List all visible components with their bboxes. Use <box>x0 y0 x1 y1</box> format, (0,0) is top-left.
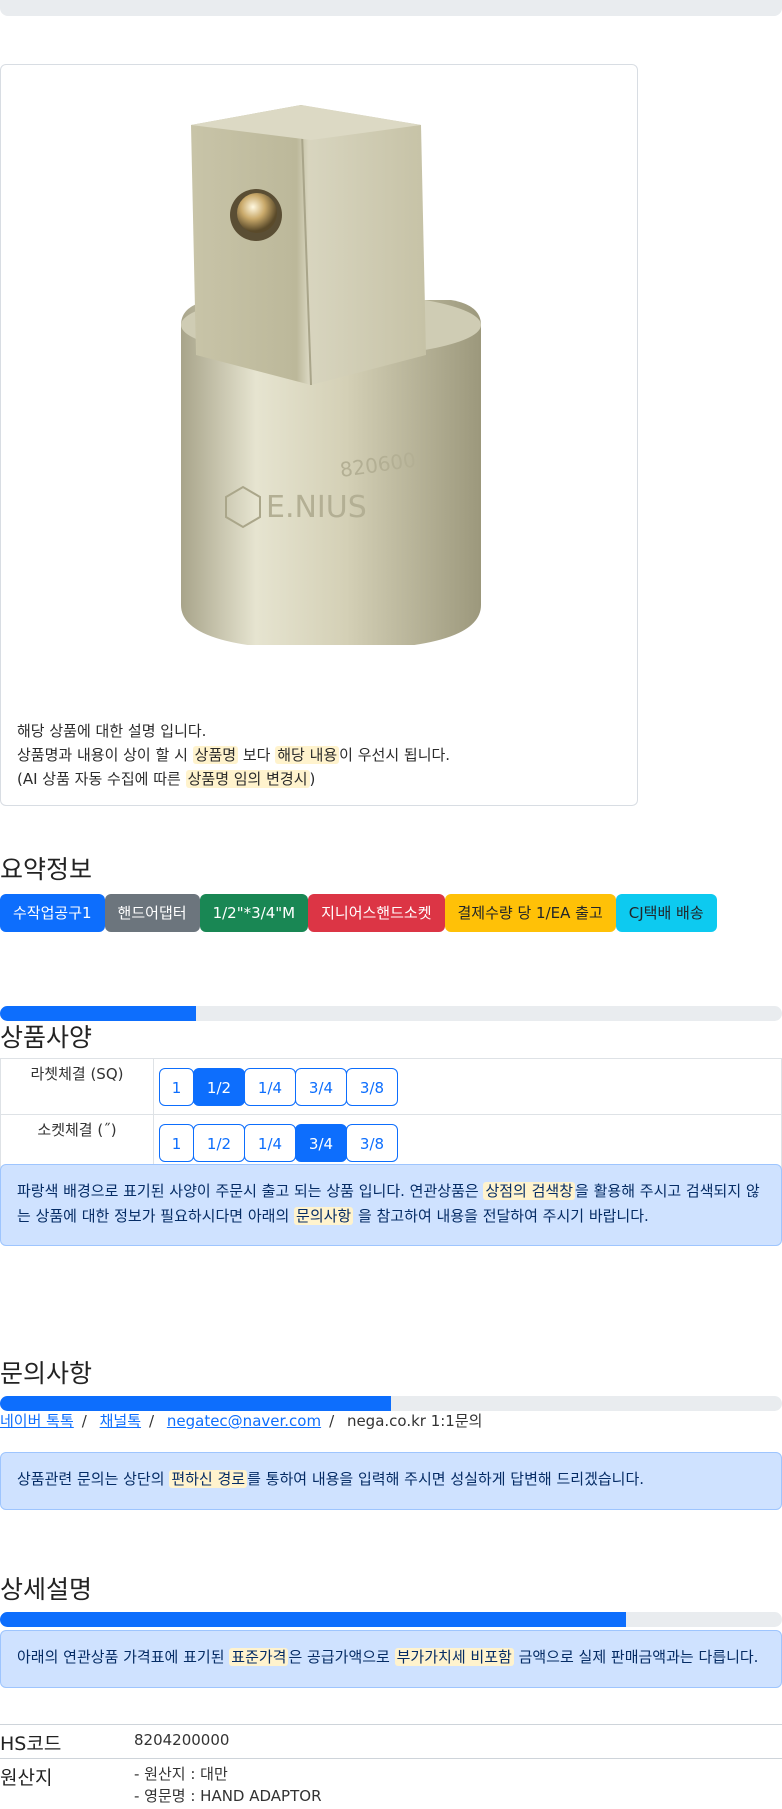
badge-type: 핸드어댑터 <box>104 894 200 932</box>
product-image: E.NIUS 820600 <box>181 104 481 645</box>
origin-row: 원산지 - 원산지 : 대만 - 영문명 : HAND ADAPTOR <box>0 1758 782 1809</box>
hs-code-label: HS코드 <box>0 1733 62 1755</box>
badge-shipping: CJ택배 배송 <box>615 894 717 932</box>
inquiry-progress-bar <box>0 1396 782 1411</box>
ratchet-option-1-4[interactable]: 1/4 <box>244 1067 296 1106</box>
channel-talk-link[interactable]: 채널톡 <box>100 1412 141 1430</box>
socket-options: 1 1/2 1/4 3/4 3/8 <box>155 1123 780 1162</box>
ratchet-option-3-8[interactable]: 3/8 <box>346 1067 398 1106</box>
ratchet-options: 1 1/2 1/4 3/4 3/8 <box>155 1067 780 1106</box>
inquiry-links: 네이버 톡톡 / 채널톡 / negatec@naver.com / nega.co.… <box>0 1412 483 1430</box>
socket-option-3-8[interactable]: 3/8 <box>346 1123 398 1162</box>
product-description: 해당 상품에 대한 설명 입니다. 상품명과 내용이 상이 할 시 상품명 보다… <box>17 719 450 791</box>
engraving-text: E.NIUS <box>266 490 367 525</box>
detail-notice: 아래의 연관상품 가격표에 표기된 표준가격 은 공급가액으로 부가가치세 비포함… <box>0 1630 782 1688</box>
description-line-2: 상품명과 내용이 상이 할 시 상품명 보다 해당 내용 이 우선시 됩니다. <box>17 746 451 764</box>
detail-title: 상세설명 <box>0 1575 93 1604</box>
spec-title: 상품사양 <box>0 1023 93 1052</box>
origin-values: - 원산지 : 대만 - 영문명 : HAND ADAPTOR <box>134 1763 322 1807</box>
origin-english-name: - 영문명 : HAND ADAPTOR <box>134 1787 322 1805</box>
top-scroll-bar <box>0 0 782 16</box>
badge-category: 수작업공구1 <box>0 894 105 932</box>
detail-progress-fill <box>0 1612 626 1627</box>
naver-talk-link[interactable]: 네이버 톡톡 <box>0 1412 74 1430</box>
hs-code-value: 8204200000 <box>134 1731 230 1749</box>
socket-option-1[interactable]: 1 <box>159 1123 194 1162</box>
socket-option-1-4[interactable]: 1/4 <box>244 1123 296 1162</box>
spec-notice: 파랑색 배경으로 표기된 사양이 주문시 출고 되는 상품 입니다. 연관상품은… <box>0 1164 782 1246</box>
summary-badges: 수작업공구1 핸드어댑터 1/2"*3/4"M 지니어스핸드소켓 결제수량 당 … <box>0 894 717 932</box>
spec-table: 라쳇체결 (SQ) 1 1/2 1/4 3/4 3/8 소켓체결 (˝) 1 1… <box>0 1058 782 1171</box>
email-link[interactable]: negatec@naver.com <box>167 1412 321 1430</box>
hs-code-row: HS코드 8204200000 <box>0 1724 782 1759</box>
spec-label-ratchet: 라쳇체결 (SQ) <box>0 1058 154 1115</box>
inquiry-progress-fill <box>0 1396 391 1411</box>
origin-country: - 원산지 : 대만 <box>134 1765 228 1783</box>
spec-label-socket: 소켓체결 (˝) <box>0 1114 154 1171</box>
site-inquiry-text: nega.co.kr 1:1문의 <box>346 1412 483 1430</box>
ratchet-option-1[interactable]: 1 <box>159 1067 194 1106</box>
origin-label: 원산지 <box>0 1767 53 1789</box>
badge-size: 1/2"*3/4"M <box>199 894 309 932</box>
badge-quantity: 결제수량 당 1/EA 출고 <box>444 894 616 932</box>
description-line-3: (AI 상품 자동 수집에 따른 상품명 임의 변경시) <box>17 770 316 788</box>
badge-brand: 지니어스핸드소켓 <box>308 894 445 932</box>
description-line-1: 해당 상품에 대한 설명 입니다. <box>17 722 207 740</box>
ratchet-option-1-2[interactable]: 1/2 <box>193 1067 245 1106</box>
socket-option-3-4[interactable]: 3/4 <box>295 1123 347 1162</box>
spec-progress-bar <box>0 1006 782 1021</box>
inquiry-notice: 상품관련 문의는 상단의 편하신 경로 를 통하여 내용을 입력해 주시면 성실하… <box>0 1452 782 1510</box>
summary-title: 요약정보 <box>0 855 93 884</box>
detail-progress-bar <box>0 1612 782 1627</box>
socket-option-1-2[interactable]: 1/2 <box>193 1123 245 1162</box>
spec-row-socket: 소켓체결 (˝) 1 1/2 1/4 3/4 3/8 <box>0 1114 782 1171</box>
ratchet-option-3-4[interactable]: 3/4 <box>295 1067 347 1106</box>
inquiry-title: 문의사항 <box>0 1359 93 1388</box>
product-card: E.NIUS 820600 해당 상품에 대한 설명 입니다. 상품명과 내용이… <box>0 64 638 806</box>
spec-row-ratchet: 라쳇체결 (SQ) 1 1/2 1/4 3/4 3/8 <box>0 1058 782 1115</box>
